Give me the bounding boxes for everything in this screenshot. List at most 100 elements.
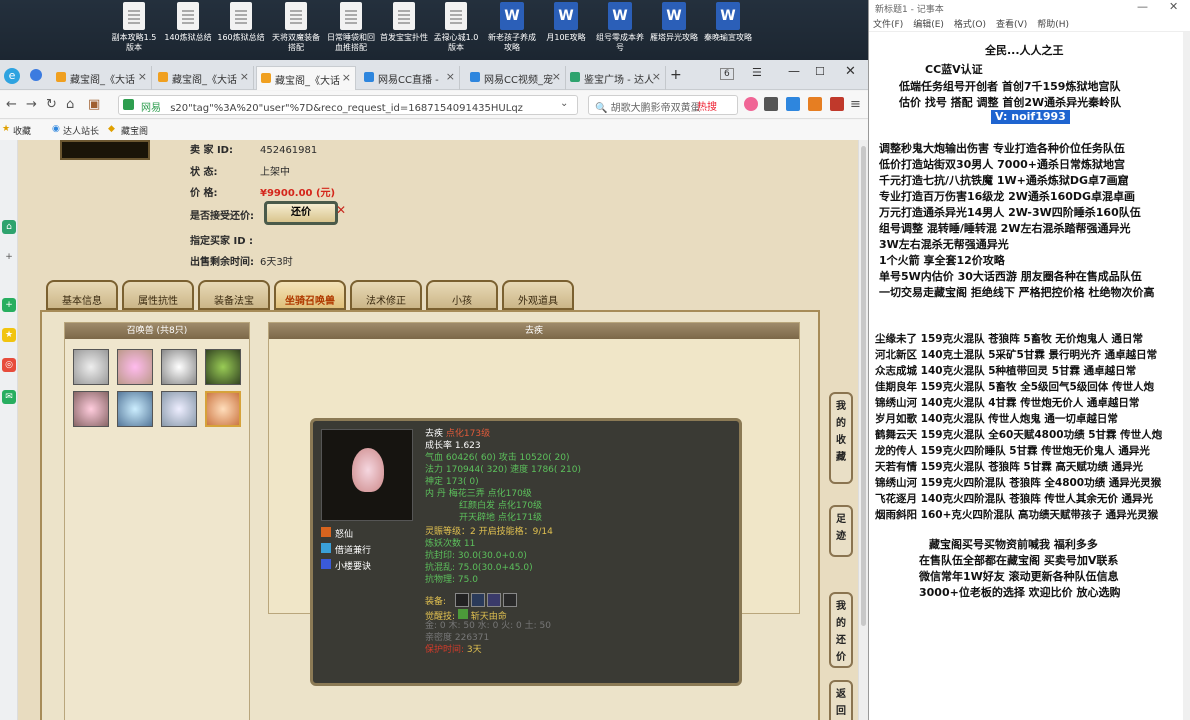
bookmark-item[interactable]: 藏宝阁: [121, 124, 148, 137]
forward-icon[interactable]: →: [26, 97, 37, 112]
maximize-button[interactable]: ☐: [815, 65, 825, 78]
notepad-line: 3000+位老板的选择 欢迎比价 放心选购: [919, 586, 1121, 599]
scroll-thumb[interactable]: [861, 146, 866, 626]
desktop-file-icon[interactable]: 天将双魔装备搭配: [270, 2, 322, 53]
game-tab[interactable]: 装备法宝: [198, 280, 270, 310]
dropdown-icon[interactable]: ⌄: [560, 98, 568, 109]
close-icon[interactable]: ✕: [336, 203, 346, 217]
summon-name: 去疾: [425, 429, 444, 439]
new-tab-button[interactable]: +: [670, 67, 682, 83]
browser-tab[interactable]: 藏宝阁_《大话 ×: [154, 66, 254, 90]
desktop-file-icon[interactable]: 140炼狱总结: [162, 2, 214, 43]
game-tab[interactable]: 外观道具: [502, 280, 574, 310]
notepad-line: 低价打造站街双30男人 7000+通杀日常炼狱地宫: [879, 158, 1125, 171]
bookmark-item[interactable]: 达人站长: [63, 124, 99, 137]
home-icon[interactable]: ⌂: [2, 220, 16, 234]
summon-avatar[interactable]: [161, 349, 197, 385]
address-bar[interactable]: 网易 s20"tag"%3A%20"user"%7D&reco_request_…: [118, 95, 578, 115]
summon-avatar[interactable]: [117, 391, 153, 427]
summon-avatar[interactable]: [161, 391, 197, 427]
equip-slot[interactable]: [471, 593, 485, 607]
tab-close-icon[interactable]: ×: [552, 70, 561, 83]
browser-tab[interactable]: 鉴宝广场 - 达人 ×: [566, 66, 666, 90]
summon-avatar-selected[interactable]: [205, 391, 241, 427]
extension-icon[interactable]: [744, 97, 758, 111]
browser-tab[interactable]: 网易CC视频_宠 ×: [466, 66, 566, 90]
equip-slot[interactable]: [455, 593, 469, 607]
notepad-text-area[interactable]: 全民...人人之王 CC蓝V认证 低端任务组号开创者 首创7千159炼狱地宫队 估价 …: [869, 32, 1183, 720]
desktop-file-icon[interactable]: 孟禄心城1.0版本: [430, 2, 482, 53]
desktop-file-icon[interactable]: 副本攻略1.5版本: [108, 2, 160, 53]
desktop-file-icon[interactable]: W 新老孩子养成攻略: [486, 2, 538, 53]
side-button[interactable]: 足 迹: [829, 505, 853, 557]
desktop-file-icon[interactable]: W 秦晚瑜宣攻略: [702, 2, 754, 43]
notepad-menu-item[interactable]: 格式(O): [954, 20, 986, 30]
navigation-bar: ← → ↻ ⌂ ▣ 网易 s20"tag"%3A%20"user"%7D&rec…: [0, 91, 868, 119]
plus-icon[interactable]: +: [2, 298, 16, 312]
browser-tab[interactable]: 网易CC直播 - ×: [360, 66, 460, 90]
notepad-menu-item[interactable]: 编辑(E): [913, 20, 944, 30]
weibo-icon[interactable]: ◎: [2, 358, 16, 372]
side-button[interactable]: 我 的 还 价: [829, 592, 853, 668]
summon-avatar[interactable]: [73, 391, 109, 427]
desktop-file-icon[interactable]: 160炼狱总结: [215, 2, 267, 43]
back-icon[interactable]: ←: [6, 97, 17, 112]
summon-avatar[interactable]: [117, 349, 153, 385]
tab-close-icon[interactable]: ×: [652, 70, 661, 83]
notepad-scrollbar[interactable]: [1183, 32, 1190, 720]
home-icon[interactable]: ⌂: [66, 97, 74, 112]
navigate-icon[interactable]: [30, 69, 42, 81]
extension-icon[interactable]: [764, 97, 778, 111]
bargain-button[interactable]: 还价: [264, 201, 338, 225]
game-tab[interactable]: 法术修正: [350, 280, 422, 310]
tab-label: 网易CC直播 -: [378, 75, 439, 86]
more-icon[interactable]: ≡: [850, 97, 861, 112]
notepad-menu-item[interactable]: 帮助(H): [1037, 20, 1069, 30]
game-tab[interactable]: 基本信息: [46, 280, 118, 310]
refresh-icon[interactable]: ↻: [46, 97, 57, 112]
extension-icon[interactable]: [786, 97, 800, 111]
add-icon[interactable]: +: [2, 250, 16, 264]
desktop-file-icon[interactable]: W 雁塔异光攻略: [648, 2, 700, 43]
star-icon[interactable]: ★: [2, 328, 16, 342]
close-button[interactable]: ✕: [1169, 0, 1178, 13]
side-button[interactable]: 返 回 顶 部: [829, 680, 853, 720]
notepad-menu-item[interactable]: 查看(V): [996, 20, 1027, 30]
equip-slot[interactable]: [487, 593, 501, 607]
extension-icon[interactable]: [830, 97, 844, 111]
minimize-button[interactable]: —: [1137, 0, 1148, 13]
bargain-label: 是否接受还价:: [190, 211, 254, 222]
page-scrollbar[interactable]: [858, 140, 868, 720]
wallet-icon[interactable]: ▣: [88, 97, 100, 112]
browser-tab[interactable]: 藏宝阁_《大话 ×: [256, 66, 356, 90]
browser-tab[interactable]: 藏宝阁_《大话 ×: [52, 66, 152, 90]
game-tab[interactable]: 属性抗性: [122, 280, 194, 310]
tab-close-icon[interactable]: ×: [138, 70, 147, 83]
tab-close-icon[interactable]: ×: [342, 71, 351, 84]
desktop-file-label: 组号零成本养号: [596, 33, 644, 52]
desktop-file-label: 140炼狱总结: [164, 33, 212, 42]
summon-avatar[interactable]: [73, 349, 109, 385]
menu-icon[interactable]: ☰: [752, 66, 762, 79]
tab-count-badge[interactable]: 6: [720, 68, 734, 80]
desktop-file-icon[interactable]: W 组号零成本养号: [594, 2, 646, 53]
desktop-file-icon[interactable]: 首发宝宝扑性: [378, 2, 430, 43]
game-tab[interactable]: 小孩: [426, 280, 498, 310]
desktop-file-icon[interactable]: 日常睡袋和回血推搭配: [325, 2, 377, 53]
minimize-button[interactable]: —: [788, 64, 800, 78]
hot-search-label[interactable]: 热搜: [697, 98, 717, 113]
summon-avatar[interactable]: [205, 349, 241, 385]
notepad-menu-item[interactable]: 文件(F): [873, 20, 903, 30]
tab-close-icon[interactable]: ×: [240, 70, 249, 83]
close-button[interactable]: ✕: [845, 64, 856, 79]
bookmark-item[interactable]: 收藏: [13, 124, 31, 137]
notepad-title-text: 新标题1 - 记事本: [875, 5, 944, 15]
side-button[interactable]: 我 的 收 藏: [829, 392, 853, 484]
mail-icon[interactable]: ✉: [2, 390, 16, 404]
equip-slot[interactable]: [503, 593, 517, 607]
notepad-line: 天若有情 159克火混队 苍狼阵 5甘霖 高天赋功绩 通异光: [875, 461, 1144, 473]
game-tab[interactable]: 坐骑召唤兽: [274, 280, 346, 310]
desktop-file-icon[interactable]: W 月10E攻略: [540, 2, 592, 43]
extension-icon[interactable]: [808, 97, 822, 111]
tab-close-icon[interactable]: ×: [446, 70, 455, 83]
